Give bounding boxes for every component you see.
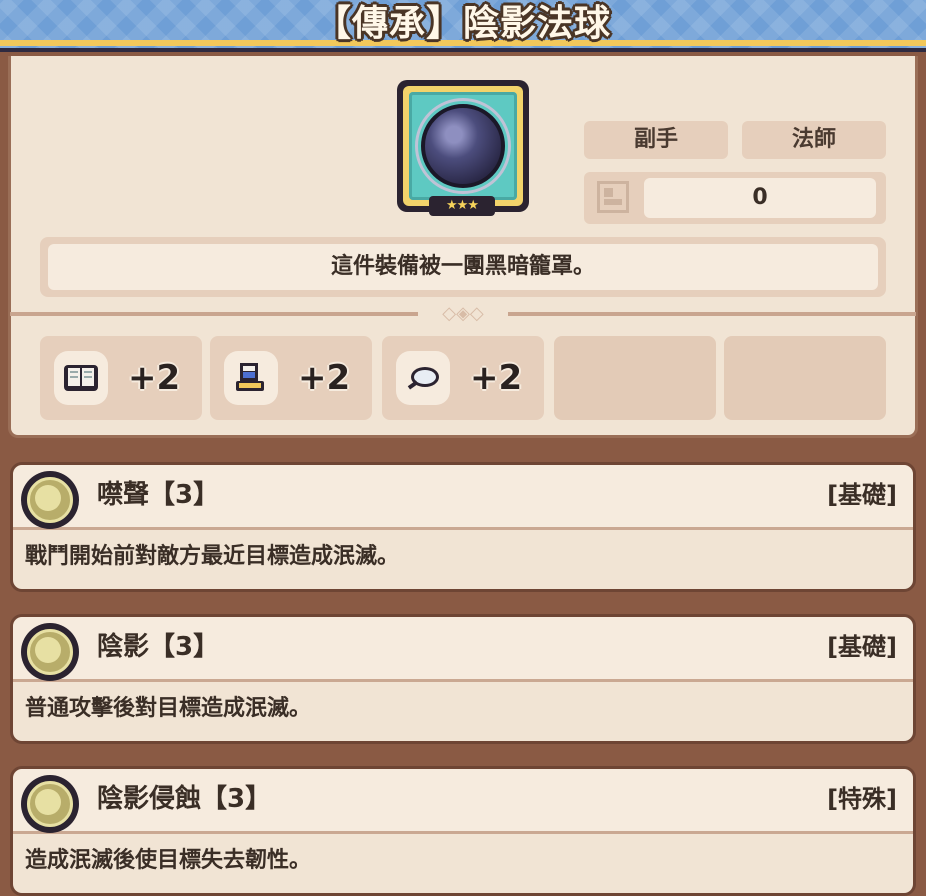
skill-type-tag: [特殊] (827, 785, 897, 813)
slot-badge: 副手 (584, 121, 728, 159)
shadow-orb-icon (421, 104, 505, 188)
skill-panel[interactable]: 陰影侵蝕【3】 [特殊] 造成泯滅後使目標失去韌性。 (10, 766, 916, 896)
book-icon (60, 357, 102, 399)
moon-icon (35, 485, 61, 511)
attribute-slot-empty (724, 336, 886, 420)
skill-panel[interactable]: 陰影【3】 [基礎] 普通攻擊後對目標造成泯滅。 (10, 614, 916, 744)
divider-ornament: ◇◈◇ (418, 304, 508, 324)
moon-icon (35, 789, 61, 815)
skill-type-tag: [基礎] (827, 633, 897, 661)
item-description: 這件裝備被一團黑暗籠罩。 (48, 244, 878, 290)
skill-name: 噤聲【3】 (97, 480, 220, 510)
skill-description: 普通攻擊後對目標造成泯滅。 (25, 696, 312, 721)
item-title: 【傳承】陰影法球 (314, 3, 611, 44)
attribute-value-3: +2 (470, 358, 523, 398)
skill-type-tag: [基礎] (827, 481, 897, 509)
skill-name: 陰影【3】 (97, 632, 220, 662)
attribute-slot-empty (554, 336, 716, 420)
stat-icon (597, 181, 629, 213)
rarity-stars: ★★★ (429, 196, 495, 216)
skill-description: 戰鬥開始前對敵方最近目標造成泯滅。 (25, 544, 400, 569)
boot-icon (230, 357, 272, 399)
attribute-value-2: +2 (298, 358, 351, 398)
class-badge: 法師 (742, 121, 886, 159)
attribute-value-1: +2 (128, 358, 181, 398)
stat-value: 0 (644, 178, 876, 218)
skill-name: 陰影侵蝕【3】 (97, 784, 272, 814)
skill-panel[interactable]: 噤聲【3】 [基礎] 戰鬥開始前對敵方最近目標造成泯滅。 (10, 462, 916, 592)
skill-description: 造成泯滅後使目標失去韌性。 (25, 848, 312, 873)
feather-icon (402, 357, 444, 399)
moon-icon (35, 637, 61, 663)
